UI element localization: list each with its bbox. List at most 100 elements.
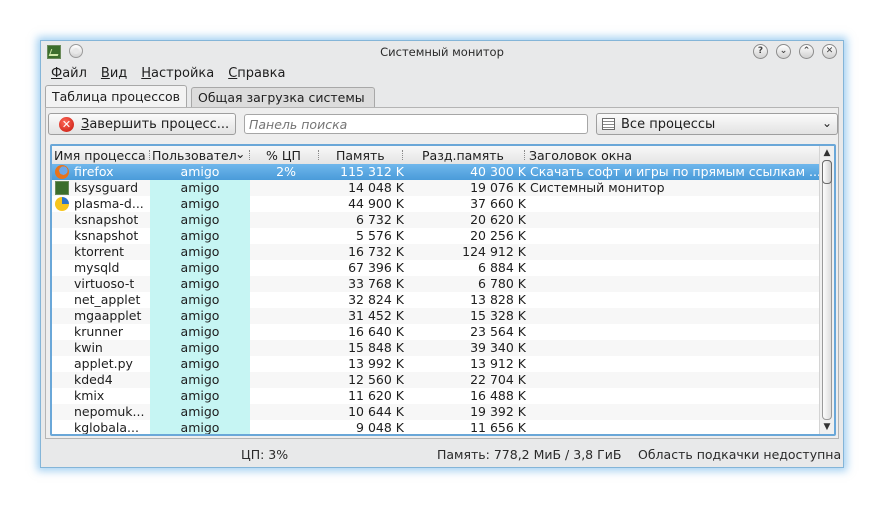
process-filter-value: Все процессы: [621, 117, 716, 132]
window-title-cell: [530, 340, 820, 356]
table-row[interactable]: mysqld amigo 67 396 K 6 884 K: [52, 260, 820, 276]
column-header-name[interactable]: Имя процесса: [54, 148, 148, 163]
memory-cell: 14 048 K: [348, 180, 404, 195]
table-row[interactable]: nepomuk... amigo 10 644 K 19 392 K: [52, 404, 820, 420]
plasma-icon: [55, 197, 69, 211]
shared-memory-cell: 15 328 K: [470, 308, 526, 323]
column-separator[interactable]: [402, 150, 404, 160]
table-row[interactable]: kglobala... amigo 9 048 K 11 656 K: [52, 420, 820, 434]
cpu-cell: [250, 228, 296, 244]
table-row[interactable]: firefox amigo 2% 115 312 K 40 300 K Скачать с…: [52, 164, 820, 180]
search-input[interactable]: [244, 114, 588, 134]
table-row[interactable]: kwin amigo 15 848 K 39 340 K: [52, 340, 820, 356]
user-cell: amigo: [150, 244, 250, 260]
column-header-window-title[interactable]: Заголовок окна: [529, 148, 632, 163]
shared-memory-cell: 124 912 K: [462, 244, 526, 259]
cpu-cell: [250, 196, 296, 212]
window-title: Системный монитор: [380, 45, 504, 59]
memory-cell: 16 640 K: [348, 324, 404, 339]
cpu-cell: [250, 276, 296, 292]
scroll-down-icon[interactable]: ▼: [821, 421, 833, 433]
column-separator[interactable]: [149, 150, 151, 160]
column-header-memory[interactable]: Память: [336, 148, 385, 163]
menu-file[interactable]: Файл: [51, 66, 87, 81]
title-bar[interactable]: Системный монитор ? ⌄ ⌃ ✕: [41, 41, 843, 63]
status-swap: Область подкачки недоступна: [638, 447, 842, 462]
window-title-cell: [530, 260, 820, 276]
memory-cell: 5 576 K: [356, 228, 404, 243]
cpu-cell: [250, 260, 296, 276]
scrollbar-thumb[interactable]: [822, 160, 832, 184]
shared-memory-cell: 19 392 K: [470, 404, 526, 419]
cpu-cell: [250, 356, 296, 372]
process-table-panel: ✕ Завершить процесс... Все процессы ⌄ Им…: [45, 107, 839, 439]
column-separator[interactable]: [524, 150, 526, 160]
user-cell: amigo: [150, 388, 250, 404]
user-cell: amigo: [150, 180, 250, 196]
table-row[interactable]: ksnapshot amigo 5 576 K 20 256 K: [52, 228, 820, 244]
user-cell: amigo: [150, 228, 250, 244]
cpu-cell: [250, 404, 296, 420]
memory-cell: 33 768 K: [348, 276, 404, 291]
window-title-cell: [530, 404, 820, 420]
window-title-cell: [530, 244, 820, 260]
user-cell: amigo: [150, 292, 250, 308]
maximize-button[interactable]: ⌃: [799, 44, 814, 59]
shared-memory-cell: 16 488 K: [470, 388, 526, 403]
ksysguard-icon: [55, 181, 69, 195]
menu-view[interactable]: Вид: [101, 66, 127, 81]
column-header-user[interactable]: Пользовател: [152, 148, 236, 163]
table-header: Имя процесса Пользовател ⌄ % ЦП Память Р…: [52, 146, 820, 165]
column-separator[interactable]: [249, 150, 251, 160]
sort-chevron-down-icon: ⌄: [235, 146, 246, 161]
user-cell: amigo: [150, 324, 250, 340]
cpu-cell: [250, 308, 296, 324]
menu-help[interactable]: Справка: [228, 66, 285, 81]
user-cell: amigo: [180, 164, 220, 179]
shared-memory-cell: 40 300 K: [470, 164, 526, 179]
help-button[interactable]: ?: [753, 44, 768, 59]
minimize-button[interactable]: ⌄: [776, 44, 791, 59]
memory-cell: 6 732 K: [356, 212, 404, 227]
table-row[interactable]: plasma-d... amigo 44 900 K 37 660 K: [52, 196, 820, 212]
user-cell: amigo: [150, 420, 250, 434]
shared-memory-cell: 37 660 K: [470, 196, 526, 211]
table-row[interactable]: ktorrent amigo 16 732 K 124 912 K: [52, 244, 820, 260]
user-cell: amigo: [150, 196, 250, 212]
vertical-scrollbar[interactable]: ▲ ▼: [819, 146, 834, 434]
process-name-cell: mgaapplet: [74, 308, 142, 323]
memory-cell: 44 900 K: [348, 196, 404, 211]
process-name-cell: plasma-d...: [74, 196, 144, 211]
table-row[interactable]: ksysguard amigo 14 048 K 19 076 K Системный …: [52, 180, 820, 196]
process-name-cell: mysqld: [74, 260, 120, 275]
tab-system-load[interactable]: Общая загрузка системы: [191, 87, 375, 107]
scroll-up-icon[interactable]: ▲: [821, 147, 833, 159]
table-row[interactable]: virtuoso-t amigo 33 768 K 6 780 K: [52, 276, 820, 292]
cpu-cell: [250, 388, 296, 404]
table-row[interactable]: kded4 amigo 12 560 K 22 704 K: [52, 372, 820, 388]
window-title-cell: Системный монитор: [530, 180, 665, 195]
table-row[interactable]: krunner amigo 16 640 K 23 564 K: [52, 324, 820, 340]
scrollbar-track[interactable]: [822, 160, 832, 420]
menu-settings[interactable]: Настройка: [141, 66, 214, 81]
process-name-cell: nepomuk...: [74, 404, 145, 419]
table-row[interactable]: kmix amigo 11 620 K 16 488 K: [52, 388, 820, 404]
column-header-shared-memory[interactable]: Разд.память: [422, 148, 504, 163]
memory-cell: 32 824 K: [348, 292, 404, 307]
process-filter-select[interactable]: Все процессы ⌄: [596, 113, 838, 135]
table-row[interactable]: net_applet amigo 32 824 K 13 828 K: [52, 292, 820, 308]
tab-process-table[interactable]: Таблица процессов: [45, 85, 187, 108]
status-cpu: ЦП: 3%: [241, 447, 289, 462]
user-cell: amigo: [150, 212, 250, 228]
cpu-cell: [250, 292, 296, 308]
close-button[interactable]: ✕: [822, 44, 837, 59]
column-separator[interactable]: [318, 150, 320, 160]
system-monitor-window: Системный монитор ? ⌄ ⌃ ✕ Файл Вид Настр…: [40, 40, 844, 468]
table-row[interactable]: applet.py amigo 13 992 K 13 912 K: [52, 356, 820, 372]
table-row[interactable]: mgaapplet amigo 31 452 K 15 328 K: [52, 308, 820, 324]
column-header-cpu[interactable]: % ЦП: [266, 148, 301, 163]
process-name-cell: kglobala...: [74, 420, 139, 434]
kill-process-button[interactable]: ✕ Завершить процесс...: [48, 113, 236, 135]
memory-cell: 31 452 K: [348, 308, 404, 323]
table-row[interactable]: ksnapshot amigo 6 732 K 20 620 K: [52, 212, 820, 228]
